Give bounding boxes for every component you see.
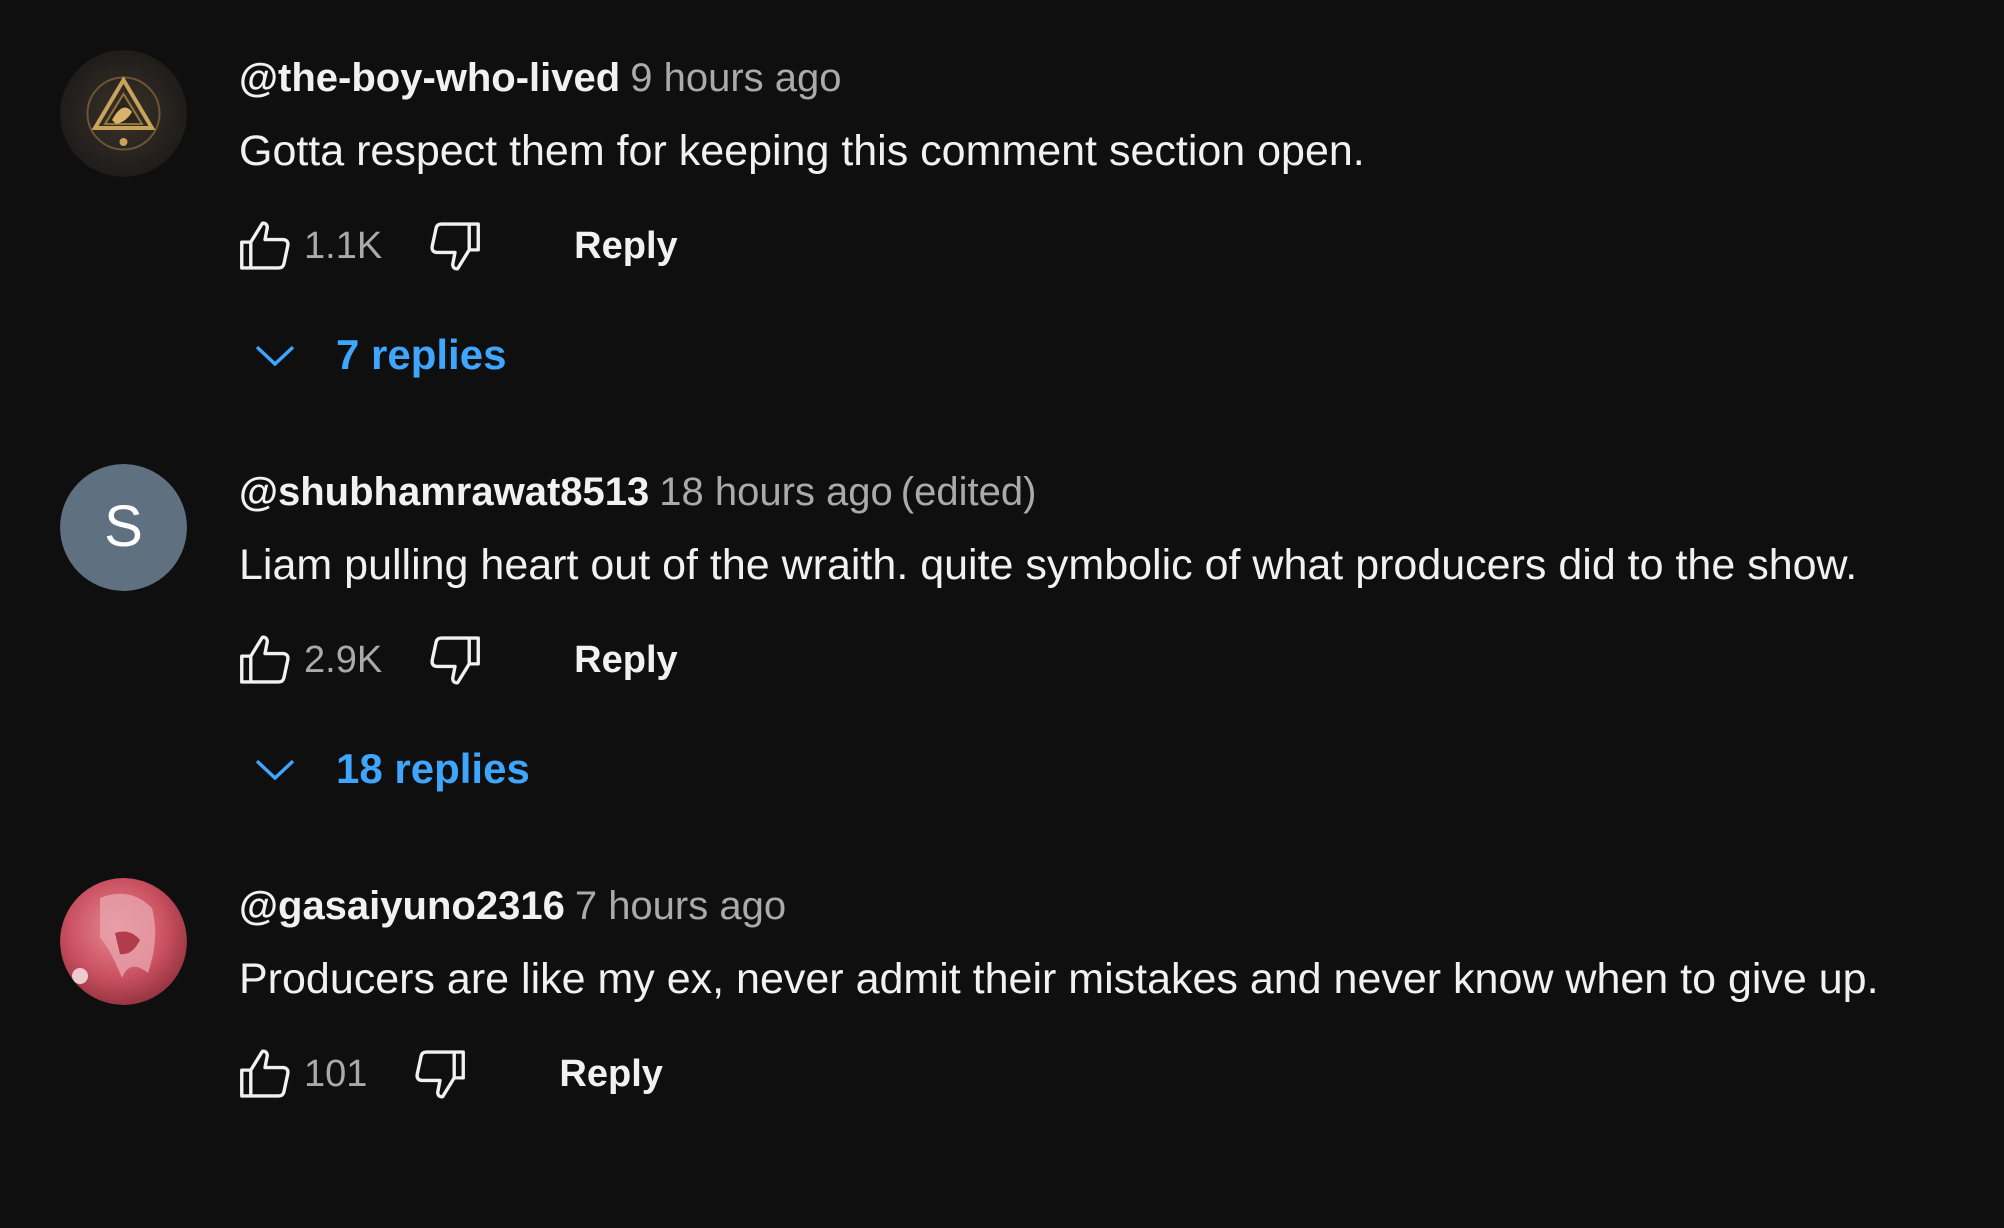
dislike-button[interactable] bbox=[420, 625, 490, 695]
thumbs-down-icon bbox=[415, 1050, 466, 1099]
comment-text: Gotta respect them for keeping this comm… bbox=[239, 127, 1365, 175]
comment-actions: 101 Reply bbox=[230, 1039, 663, 1109]
timestamp[interactable]: 7 hours ago bbox=[575, 884, 786, 928]
chevron-down-icon bbox=[255, 759, 295, 781]
dislike-button[interactable] bbox=[405, 1039, 475, 1109]
chevron-down-icon bbox=[255, 345, 295, 367]
view-replies-button[interactable]: 18 replies bbox=[248, 734, 530, 804]
comment-thread: S @shubhamrawat8513 18 hours ago (edited) … bbox=[0, 414, 2004, 814]
thumbs-up-icon bbox=[240, 221, 290, 270]
timestamp[interactable]: 18 hours ago bbox=[659, 470, 893, 514]
like-count: 101 bbox=[304, 1052, 368, 1095]
thumbs-up-icon bbox=[240, 1049, 290, 1098]
author-name[interactable]: @gasaiyuno2316 bbox=[239, 884, 565, 928]
comment-actions: 1.1K Reply bbox=[230, 211, 678, 281]
view-replies-button[interactable]: 7 replies bbox=[248, 320, 506, 390]
avatar[interactable] bbox=[60, 878, 187, 1005]
replies-count-label: 7 replies bbox=[336, 331, 507, 378]
thumbs-down-icon bbox=[430, 222, 481, 271]
comment-header: @the-boy-who-lived 9 hours ago bbox=[239, 54, 850, 102]
thumbs-up-icon bbox=[240, 635, 290, 684]
like-count: 2.9K bbox=[304, 638, 383, 681]
comment-header: @gasaiyuno2316 7 hours ago bbox=[239, 882, 794, 930]
gold-emblem-icon bbox=[60, 50, 187, 177]
thumbs-down-icon bbox=[430, 636, 481, 685]
author-name[interactable]: @the-boy-who-lived bbox=[239, 56, 620, 100]
comment-actions: 2.9K Reply bbox=[230, 625, 678, 695]
like-button[interactable] bbox=[230, 625, 300, 695]
author-name[interactable]: @shubhamrawat8513 bbox=[239, 470, 649, 514]
comment-thread: @the-boy-who-lived 9 hours ago Gotta resp… bbox=[0, 0, 2004, 400]
like-count: 1.1K bbox=[304, 224, 383, 267]
dislike-button[interactable] bbox=[420, 211, 490, 281]
like-button[interactable] bbox=[230, 1039, 300, 1109]
avatar-letter: S bbox=[104, 494, 143, 559]
like-button[interactable] bbox=[230, 211, 300, 281]
avatar[interactable]: S bbox=[60, 464, 187, 591]
pink-anime-icon bbox=[60, 878, 187, 1005]
reply-button[interactable]: Reply bbox=[559, 1053, 662, 1096]
replies-count-label: 18 replies bbox=[336, 745, 530, 792]
comment-text: Producers are like my ex, never admit th… bbox=[239, 955, 1879, 1003]
comment-text: Liam pulling heart out of the wraith. qu… bbox=[239, 541, 1858, 589]
avatar[interactable] bbox=[60, 50, 187, 177]
timestamp[interactable]: 9 hours ago bbox=[630, 56, 841, 100]
comment-header: @shubhamrawat8513 18 hours ago (edited) bbox=[239, 468, 1036, 516]
comment-thread: @gasaiyuno2316 7 hours ago Producers are … bbox=[0, 828, 2004, 1228]
reply-button[interactable]: Reply bbox=[574, 225, 677, 268]
reply-button[interactable]: Reply bbox=[574, 639, 677, 682]
edited-label: (edited) bbox=[900, 470, 1037, 514]
letter-avatar-icon: S bbox=[60, 464, 187, 591]
